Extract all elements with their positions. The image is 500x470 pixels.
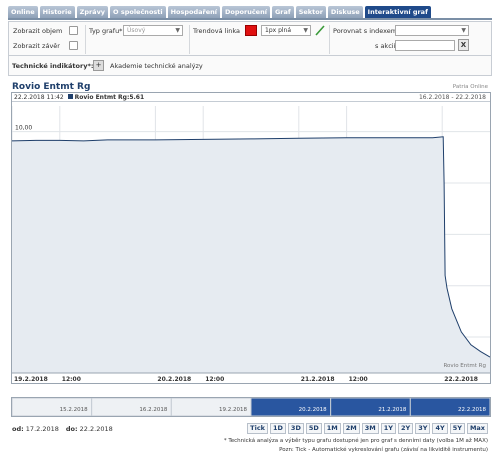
- navigator-date-label: 22.2.2018: [458, 407, 486, 413]
- tab-9[interactable]: Interaktivní graf: [364, 6, 431, 18]
- chart-info-bar: 22.2.2018 11:42 Rovio Entmt Rg:5.61 16.2…: [12, 93, 490, 102]
- from-date-input[interactable]: 17.2.2018: [26, 425, 64, 433]
- note-technical: * Technická analýza a výběr typu grafu d…: [223, 438, 488, 444]
- x-tick-label: 20.2.2018: [157, 376, 191, 383]
- navigator-date-label: 20.2.2018: [299, 407, 327, 413]
- legend-swatch: [67, 94, 73, 99]
- period-button-5d[interactable]: 5D: [305, 423, 322, 434]
- show-volume-label: Zobrazit objem: [13, 27, 63, 35]
- x-tick-label: 22.2.2018: [444, 376, 478, 383]
- clear-button[interactable]: X: [458, 39, 469, 51]
- price-chart: 10,009,008,007,006,0019.2.201812:0020.2.…: [12, 106, 490, 383]
- trend-line-value: 1px plná: [265, 27, 292, 34]
- navigator-date-label: 21.2.2018: [378, 407, 406, 413]
- chevron-down-icon: ▼: [303, 27, 308, 34]
- to-date-input[interactable]: 22.2.2018: [80, 425, 113, 433]
- tab-7[interactable]: Sektor: [295, 6, 326, 18]
- chart-title: Rovio Entmt Rg: [12, 82, 91, 92]
- period-button-1d[interactable]: 1D: [270, 423, 286, 434]
- compare-index-label: Porovnat s indexem*: [333, 27, 401, 35]
- chevron-down-icon: ▼: [175, 27, 180, 34]
- tab-2[interactable]: Zprávy: [76, 6, 109, 18]
- x-tick-label: 12:00: [205, 376, 224, 383]
- chart-type-label: Typ grafu*: [89, 27, 123, 35]
- period-buttons: Tick 1D 3D 5D 1M 2M 3M 1Y 2Y 3Y 4Y 5Y Max: [247, 423, 488, 434]
- trend-line-select[interactable]: 1px plná ▼: [261, 25, 311, 36]
- chevron-down-icon: ▼: [461, 27, 466, 34]
- trend-color-picker[interactable]: [245, 25, 257, 36]
- to-label: do:: [65, 425, 78, 433]
- period-button-4y[interactable]: 4Y: [432, 423, 448, 434]
- period-button-3d[interactable]: 3D: [287, 423, 304, 434]
- show-volume-checkbox[interactable]: [69, 26, 78, 35]
- period-button-2y[interactable]: 2Y: [398, 423, 414, 434]
- tab-8[interactable]: Diskuse: [327, 6, 363, 18]
- chart-source: Patria Online: [452, 84, 488, 90]
- navigator-date-label: 15.2.2018: [60, 407, 88, 413]
- compare-index-select[interactable]: ▼: [395, 25, 469, 36]
- tab-3[interactable]: O společnosti: [110, 6, 166, 18]
- indicators-label: Technické indikátory*:: [12, 62, 94, 70]
- tab-6[interactable]: Graf: [271, 6, 294, 18]
- compare-stock-input[interactable]: [395, 40, 455, 51]
- chart-controls-panel: Zobrazit objem Zobrazit závěr Typ grafu*…: [8, 21, 492, 56]
- show-close-checkbox[interactable]: [69, 41, 78, 50]
- note-tick: Pozn: Tick - Automatické vykreslování gr…: [279, 447, 488, 453]
- x-tick-label: 12:00: [349, 376, 368, 383]
- tab-1[interactable]: Historie: [39, 6, 75, 18]
- y-tick-label: 10,00: [15, 125, 32, 132]
- chart-area[interactable]: 22.2.2018 11:42 Rovio Entmt Rg:5.61 16.2…: [11, 92, 491, 384]
- tab-4[interactable]: Hospodaření: [167, 6, 221, 18]
- date-range: 16.2.2018 - 22.2.2018: [418, 94, 486, 101]
- date-inputs: od: 17.2.2018 do: 22.2.2018: [12, 425, 113, 433]
- indicators-bar: Technické indikátory*: + Akademie techni…: [8, 56, 492, 76]
- period-button-2m[interactable]: 2M: [342, 423, 360, 434]
- trend-line-label: Trendová linka: [193, 27, 241, 35]
- navigator-date-label: 19.2.2018: [219, 407, 247, 413]
- period-button-3m[interactable]: 3M: [361, 423, 379, 434]
- period-button-1m[interactable]: 1M: [323, 423, 341, 434]
- price-area: [12, 136, 490, 373]
- tab-bar: Online Historie Zprávy O společnosti Hospoda…: [8, 6, 492, 20]
- chart-type-value: Úsový: [127, 27, 146, 34]
- tab-0[interactable]: Online: [8, 6, 38, 18]
- x-tick-label: 12:00: [62, 376, 81, 383]
- period-button-1y[interactable]: 1Y: [380, 423, 396, 434]
- chart-type-select[interactable]: Úsový ▼: [123, 25, 183, 36]
- from-label: od:: [12, 425, 24, 433]
- pencil-icon[interactable]: [314, 24, 326, 36]
- x-tick-label: 21.2.2018: [301, 376, 335, 383]
- navigator-svg[interactable]: 15.2.2018 16.2.2018 19.2.2018 20.2.2018 21.2…: [11, 397, 491, 417]
- legend-text: Rovio Entmt Rg:5.61: [74, 94, 145, 101]
- period-button-5y[interactable]: 5Y: [449, 423, 465, 434]
- navigator-date-label: 16.2.2018: [139, 407, 167, 413]
- time-navigator[interactable]: 15.2.2018 16.2.2018 19.2.2018 20.2.2018 21.2…: [11, 397, 491, 417]
- show-close-label: Zobrazit závěr: [13, 42, 60, 50]
- academy-link[interactable]: Akademie technické analýzy: [110, 62, 203, 70]
- info-time: 22.2.2018 11:42: [14, 94, 64, 101]
- chart-watermark: Rovio Entmt Rg: [443, 363, 486, 369]
- period-button-tick[interactable]: Tick: [247, 423, 268, 434]
- period-button-3y[interactable]: 3Y: [415, 423, 431, 434]
- add-indicator-button[interactable]: +: [93, 60, 104, 71]
- period-button-max[interactable]: Max: [466, 423, 488, 434]
- x-tick-label: 19.2.2018: [14, 376, 48, 383]
- tab-5[interactable]: Doporučení: [222, 6, 270, 18]
